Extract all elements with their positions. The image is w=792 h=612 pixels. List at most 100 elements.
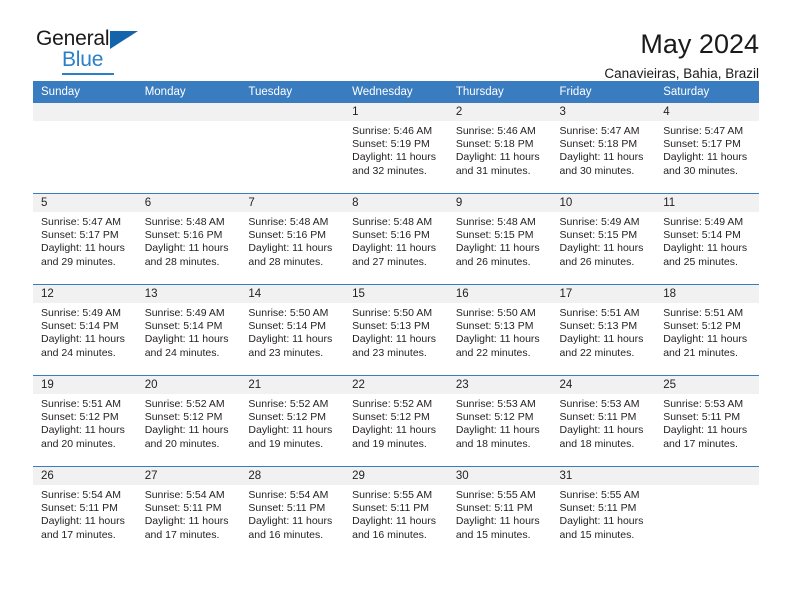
sunrise-time: Sunrise: 5:50 AM [248,307,329,319]
sunrise-time: Sunrise: 5:48 AM [455,216,536,228]
day-details: Sunrise: 5:47 AM Sunset: 5:17 PM Daylight:… [655,121,759,178]
sunset-time: Sunset: 5:13 PM [455,320,534,333]
day-details: Sunrise: 5:53 AM Sunset: 5:11 PM Daylight:… [655,394,759,451]
calendar-day-cell[interactable]: 15 Sunrise: 5:50 AM Sunset: 5:13 PM Dayligh… [344,284,448,376]
sunset-time: Sunset: 5:14 PM [144,320,223,333]
sunrise-time: Sunrise: 5:49 AM [663,216,744,228]
calendar-day-cell[interactable]: 5 Sunrise: 5:47 AM Sunset: 5:17 PM Daylight… [33,193,137,285]
sunrise-time: Sunrise: 5:55 AM [559,489,640,501]
day-details: Sunrise: 5:52 AM Sunset: 5:12 PM Daylight:… [344,394,448,451]
calendar-week-row: 19 Sunrise: 5:51 AM Sunset: 5:12 PM Dayligh… [33,375,759,467]
sunrise-time: Sunrise: 5:53 AM [663,398,744,410]
daylight-duration-line1: Daylight: 11 hours [144,424,229,437]
sunrise-time: Sunrise: 5:48 AM [144,216,225,228]
day-number: 25 [655,376,759,394]
daylight-duration-line2: and 22 minutes. [559,346,635,359]
daylight-duration-line1: Daylight: 11 hours [559,424,644,437]
sunrise-time: Sunrise: 5:52 AM [352,398,433,410]
day-number [33,103,137,121]
daylight-duration-line2: and 25 minutes. [663,255,738,268]
daylight-duration-line1: Daylight: 11 hours [663,242,748,255]
calendar-day-cell[interactable]: 20 Sunrise: 5:52 AM Sunset: 5:12 PM Dayligh… [136,375,241,467]
daylight-duration-line2: and 28 minutes. [144,255,220,268]
calendar-day-cell-empty [655,466,759,557]
daylight-duration-line1: Daylight: 11 hours [352,424,436,437]
sunset-time: Sunset: 5:17 PM [41,229,119,242]
calendar-page: General Blue May 2024 Canavieiras, Bahia… [0,0,792,612]
calendar-day-cell[interactable]: 7 Sunrise: 5:48 AM Sunset: 5:16 PM Daylight… [240,193,345,285]
calendar-day-cell[interactable]: 8 Sunrise: 5:48 AM Sunset: 5:16 PM Daylight… [344,193,448,285]
day-number: 7 [240,194,345,212]
calendar-day-cell[interactable]: 27 Sunrise: 5:54 AM Sunset: 5:11 PM Dayligh… [136,466,241,557]
calendar-header-row: Sunday Monday Tuesday Wednesday Thursday Frid… [33,81,759,103]
calendar-day-cell[interactable]: 23 Sunrise: 5:53 AM Sunset: 5:12 PM Dayligh… [447,375,552,467]
daylight-duration-line1: Daylight: 11 hours [144,242,229,255]
logo-triangle-icon [110,31,138,49]
sunrise-time: Sunrise: 5:46 AM [455,125,536,137]
daylight-duration-line1: Daylight: 11 hours [455,333,540,346]
general-blue-logo[interactable]: General Blue [33,28,156,80]
day-details: Sunrise: 5:49 AM Sunset: 5:14 PM Daylight:… [655,212,759,269]
sunrise-time: Sunrise: 5:48 AM [248,216,329,228]
calendar-day-cell[interactable]: 10 Sunrise: 5:49 AM Sunset: 5:15 PM Dayligh… [551,193,656,285]
calendar-day-cell[interactable]: 11 Sunrise: 5:49 AM Sunset: 5:14 PM Dayligh… [655,193,759,285]
calendar-day-cell[interactable]: 21 Sunrise: 5:52 AM Sunset: 5:12 PM Dayligh… [240,375,345,467]
day-details: Sunrise: 5:50 AM Sunset: 5:14 PM Daylight:… [240,303,344,360]
sunrise-time: Sunrise: 5:51 AM [41,398,121,410]
calendar-week-row: 5 Sunrise: 5:47 AM Sunset: 5:17 PM Daylight… [33,193,759,285]
day-number: 19 [33,376,137,394]
daylight-duration-line2: and 24 minutes. [41,346,116,359]
daylight-duration-line1: Daylight: 11 hours [663,151,748,164]
calendar-day-cell[interactable]: 28 Sunrise: 5:54 AM Sunset: 5:11 PM Dayligh… [240,466,345,557]
day-number: 24 [551,376,656,394]
daylight-duration-line2: and 18 minutes. [455,437,531,450]
day-details: Sunrise: 5:46 AM Sunset: 5:19 PM Daylight:… [344,121,448,178]
calendar-day-cell[interactable]: 24 Sunrise: 5:53 AM Sunset: 5:11 PM Dayligh… [551,375,656,467]
calendar-day-cell[interactable]: 1 Sunrise: 5:46 AM Sunset: 5:19 PM Daylight… [344,103,448,194]
calendar-day-cell[interactable]: 19 Sunrise: 5:51 AM Sunset: 5:12 PM Dayligh… [33,375,137,467]
calendar-day-cell[interactable]: 18 Sunrise: 5:51 AM Sunset: 5:12 PM Dayligh… [655,284,759,376]
daylight-duration-line2: and 24 minutes. [144,346,220,359]
calendar-day-cell[interactable]: 2 Sunrise: 5:46 AM Sunset: 5:18 PM Daylight… [447,103,552,194]
calendar-day-cell[interactable]: 26 Sunrise: 5:54 AM Sunset: 5:11 PM Dayligh… [33,466,137,557]
daylight-duration-line1: Daylight: 11 hours [248,515,333,528]
daylight-duration-line2: and 15 minutes. [455,528,531,541]
day-details: Sunrise: 5:51 AM Sunset: 5:12 PM Daylight:… [33,394,137,451]
calendar-day-cell[interactable]: 14 Sunrise: 5:50 AM Sunset: 5:14 PM Dayligh… [240,284,345,376]
logo-text-general: General [36,27,110,50]
calendar-day-cell-empty [33,103,137,194]
daylight-duration-line1: Daylight: 11 hours [559,333,644,346]
calendar-day-cell[interactable]: 6 Sunrise: 5:48 AM Sunset: 5:16 PM Daylight… [136,193,241,285]
sunset-time: Sunset: 5:11 PM [144,502,222,515]
sunset-time: Sunset: 5:11 PM [41,502,118,515]
day-number: 17 [551,285,656,303]
calendar-day-cell[interactable]: 3 Sunrise: 5:47 AM Sunset: 5:18 PM Daylight… [551,103,656,194]
sunset-time: Sunset: 5:16 PM [352,229,430,242]
sunset-time: Sunset: 5:18 PM [559,138,638,151]
calendar-day-cell[interactable]: 22 Sunrise: 5:52 AM Sunset: 5:12 PM Dayligh… [344,375,448,467]
day-number: 9 [447,194,552,212]
daylight-duration-line1: Daylight: 11 hours [559,515,644,528]
weekday-header: Sunday Monday Tuesday Wednesday Thursday Frid… [33,81,759,103]
calendar-day-cell[interactable]: 31 Sunrise: 5:55 AM Sunset: 5:11 PM Dayligh… [551,466,656,557]
sunset-time: Sunset: 5:11 PM [559,411,637,424]
calendar-day-cell[interactable]: 9 Sunrise: 5:48 AM Sunset: 5:15 PM Daylight… [447,193,552,285]
day-number: 6 [136,194,241,212]
calendar-day-cell[interactable]: 12 Sunrise: 5:49 AM Sunset: 5:14 PM Dayligh… [33,284,137,376]
calendar-day-cell[interactable]: 29 Sunrise: 5:55 AM Sunset: 5:11 PM Dayligh… [344,466,448,557]
calendar-day-cell[interactable]: 16 Sunrise: 5:50 AM Sunset: 5:13 PM Dayligh… [447,284,552,376]
sunrise-time: Sunrise: 5:51 AM [559,307,640,319]
daylight-duration-line1: Daylight: 11 hours [352,242,436,255]
calendar-day-cell[interactable]: 25 Sunrise: 5:53 AM Sunset: 5:11 PM Dayligh… [655,375,759,467]
day-number: 13 [136,285,241,303]
sunset-time: Sunset: 5:18 PM [455,138,534,151]
calendar-day-cell[interactable]: 13 Sunrise: 5:49 AM Sunset: 5:14 PM Dayligh… [136,284,241,376]
page-header: General Blue May 2024 Canavieiras, Bahia… [33,0,759,80]
calendar-day-cell[interactable]: 4 Sunrise: 5:47 AM Sunset: 5:17 PM Daylight… [655,103,759,194]
day-number: 5 [33,194,137,212]
sunrise-time: Sunrise: 5:51 AM [663,307,744,319]
calendar-day-cell[interactable]: 17 Sunrise: 5:51 AM Sunset: 5:13 PM Dayligh… [551,284,656,376]
calendar-day-cell[interactable]: 30 Sunrise: 5:55 AM Sunset: 5:11 PM Dayligh… [447,466,552,557]
daylight-duration-line2: and 17 minutes. [144,528,220,541]
day-number: 1 [344,103,448,121]
